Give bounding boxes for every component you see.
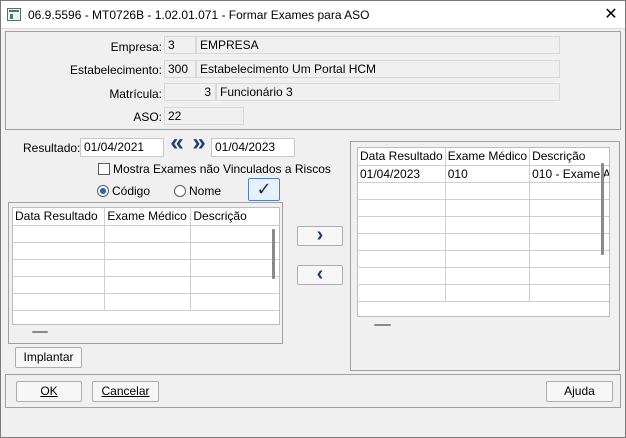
dialog-window: 06.9.5596 - MT0726B - 1.02.01.071 - Form… xyxy=(0,0,626,438)
cell-descricao: 010 - Exame A xyxy=(529,165,609,183)
estabelecimento-code-field: 300 xyxy=(164,60,196,78)
estabelecimento-label: Estabelecimento: xyxy=(69,63,162,77)
right-grid-horizontal-scrollbar[interactable] xyxy=(374,324,391,326)
selected-exams-grid[interactable]: Data Resultado Exame Médico Descrição 01… xyxy=(357,147,610,317)
left-grid-horizontal-scrollbar[interactable] xyxy=(32,331,48,333)
grid-header-row: Data Resultado Exame Médico Descrição xyxy=(13,208,279,226)
table-row[interactable] xyxy=(13,225,279,243)
resultado-label: Resultado: xyxy=(23,141,81,155)
confirm-filter-button[interactable]: ✓ xyxy=(248,178,280,201)
cancelar-button-label: Cancelar xyxy=(101,384,150,398)
ajuda-button[interactable]: Ajuda xyxy=(546,381,613,402)
mostra-exames-checkbox[interactable] xyxy=(98,163,110,175)
table-row[interactable] xyxy=(358,284,609,302)
column-header[interactable]: Exame Médico xyxy=(104,208,192,226)
empresa-label: Empresa: xyxy=(110,40,162,54)
empresa-code-field: 3 xyxy=(164,36,196,54)
left-grid-vertical-scrollbar[interactable] xyxy=(272,229,275,279)
matricula-code-field: 3 xyxy=(164,83,216,101)
matricula-label: Matrícula: xyxy=(109,87,162,101)
column-header[interactable]: Descrição xyxy=(190,208,279,226)
employee-info-panel: Empresa: 3 EMPRESA Estabelecimento: 300 … xyxy=(5,31,621,130)
column-header[interactable]: Descrição xyxy=(529,148,609,166)
close-icon[interactable]: ✕ xyxy=(601,5,621,25)
previous-period-button[interactable]: « xyxy=(166,131,188,156)
available-exams-grid[interactable]: Data Resultado Exame Médico Descrição xyxy=(12,207,280,325)
date-from-input[interactable]: 01/04/2021 xyxy=(80,138,164,157)
cell-data-resultado: 01/04/2023 xyxy=(358,165,446,183)
aso-label: ASO: xyxy=(133,110,162,124)
empresa-name-field: EMPRESA xyxy=(196,36,560,54)
chevron-right-icon: › xyxy=(316,224,324,246)
move-right-button[interactable]: › xyxy=(297,224,343,246)
mostra-exames-label: Mostra Exames não Vinculados a Riscos xyxy=(113,162,331,176)
implantar-button[interactable]: Implantar xyxy=(15,347,82,368)
matricula-name-field: Funcionário 3 xyxy=(216,83,560,101)
ok-button-label: OK xyxy=(40,384,58,398)
table-row[interactable] xyxy=(358,250,609,268)
move-left-button[interactable]: ‹ xyxy=(297,263,343,285)
table-row[interactable] xyxy=(358,216,609,234)
column-header[interactable]: Data Resultado xyxy=(13,208,106,226)
nome-radio-label: Nome xyxy=(189,184,222,198)
cell-exame-medico: 010 xyxy=(445,165,531,183)
table-row[interactable] xyxy=(13,259,279,277)
window-title: 06.9.5596 - MT0726B - 1.02.01.071 - Form… xyxy=(28,8,370,22)
codigo-radio-label: Código xyxy=(112,184,151,198)
next-period-button[interactable]: » xyxy=(188,131,210,156)
ok-button[interactable]: OK xyxy=(16,381,82,402)
app-icon xyxy=(7,8,21,21)
estabelecimento-name-field: Estabelecimento Um Portal HCM xyxy=(196,60,560,78)
grid-header-row: Data Resultado Exame Médico Descrição xyxy=(358,148,609,166)
column-header[interactable]: Data Resultado xyxy=(358,148,446,166)
right-grid-vertical-scrollbar[interactable] xyxy=(601,163,604,255)
nome-radio[interactable] xyxy=(174,185,186,197)
table-row[interactable] xyxy=(358,182,609,200)
table-row[interactable] xyxy=(13,276,279,294)
table-row[interactable] xyxy=(358,199,609,217)
title-bar: 06.9.5596 - MT0726B - 1.02.01.071 - Form… xyxy=(1,1,625,29)
cancelar-button[interactable]: Cancelar xyxy=(92,381,159,402)
chevron-left-icon: ‹ xyxy=(316,263,324,285)
column-header[interactable]: Exame Médico xyxy=(445,148,531,166)
table-row[interactable] xyxy=(358,267,609,285)
codigo-radio[interactable] xyxy=(97,185,109,197)
table-row[interactable] xyxy=(13,293,279,311)
date-to-input[interactable]: 01/04/2023 xyxy=(211,138,295,157)
aso-field: 22 xyxy=(164,107,244,125)
table-row[interactable] xyxy=(358,233,609,251)
table-row[interactable] xyxy=(13,242,279,260)
table-row[interactable]: 01/04/2023 010 010 - Exame A xyxy=(358,165,609,183)
checkmark-icon: ✓ xyxy=(256,179,272,199)
